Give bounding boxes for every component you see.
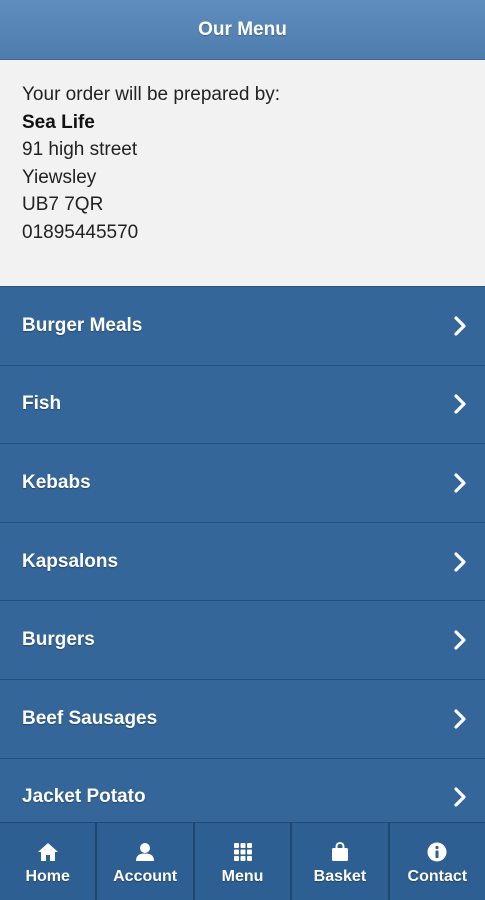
menu-item-label: Kapsalons bbox=[22, 550, 119, 572]
menu-item-kebabs[interactable]: Kebabs bbox=[0, 444, 485, 523]
menu-item-fish[interactable]: Fish bbox=[0, 365, 485, 445]
store-postcode: UB7 7QR bbox=[22, 194, 104, 216]
chevron-right-icon bbox=[453, 394, 467, 414]
tab-home[interactable]: Home bbox=[0, 823, 98, 900]
chevron-right-icon bbox=[453, 473, 467, 493]
tab-basket[interactable]: Basket bbox=[292, 823, 390, 900]
menu-item-jacket-potato[interactable]: Jacket Potato bbox=[0, 758, 485, 822]
menu-item-burgers[interactable]: Burgers bbox=[0, 601, 485, 680]
store-town: Yiewsley bbox=[22, 166, 97, 188]
menu-item-label: Burger Meals bbox=[22, 314, 143, 336]
tab-label: Home bbox=[25, 867, 70, 885]
tab-menu[interactable]: Menu bbox=[195, 823, 293, 900]
menu-item-label: Burgers bbox=[22, 629, 95, 651]
menu-item-label: Kebabs bbox=[22, 471, 91, 493]
store-phone: 01895445570 bbox=[22, 221, 139, 243]
store-info-panel: Your order will be prepared by: Sea Life… bbox=[0, 60, 485, 286]
store-address-line1: 91 high street bbox=[22, 139, 138, 161]
menu-category-list: Burger Meals Fish Kebabs Kapsalons Burge… bbox=[0, 286, 485, 822]
user-icon bbox=[134, 842, 156, 862]
tab-contact[interactable]: Contact bbox=[390, 823, 485, 900]
menu-item-label: Beef Sausages bbox=[22, 707, 158, 729]
tab-label: Menu bbox=[221, 867, 264, 885]
chevron-right-icon bbox=[453, 709, 467, 729]
app-header: Our Menu bbox=[0, 0, 485, 60]
chevron-right-icon bbox=[453, 630, 467, 650]
menu-item-beef-sausages[interactable]: Beef Sausages bbox=[0, 679, 485, 759]
grid-icon bbox=[232, 842, 254, 862]
info-icon bbox=[426, 842, 448, 862]
store-name: Sea Life bbox=[22, 111, 95, 133]
tab-label: Basket bbox=[313, 867, 367, 885]
tab-label: Account bbox=[113, 867, 178, 885]
chevron-right-icon bbox=[453, 316, 467, 336]
chevron-right-icon bbox=[453, 787, 467, 807]
chevron-right-icon bbox=[453, 551, 467, 572]
menu-item-label: Fish bbox=[22, 393, 62, 415]
menu-item-label: Jacket Potato bbox=[22, 786, 146, 808]
store-intro-text: Your order will be prepared by: bbox=[22, 84, 281, 105]
bag-icon bbox=[329, 841, 351, 862]
menu-item-burger-meals[interactable]: Burger Meals bbox=[0, 287, 485, 366]
tab-account[interactable]: Account bbox=[97, 823, 195, 900]
page-title: Our Menu bbox=[198, 18, 287, 40]
home-icon bbox=[37, 842, 59, 862]
menu-item-kapsalons[interactable]: Kapsalons bbox=[0, 522, 485, 602]
tab-label: Contact bbox=[407, 867, 468, 885]
bottom-tab-bar: Home Account Menu Basket Contact bbox=[0, 822, 485, 900]
